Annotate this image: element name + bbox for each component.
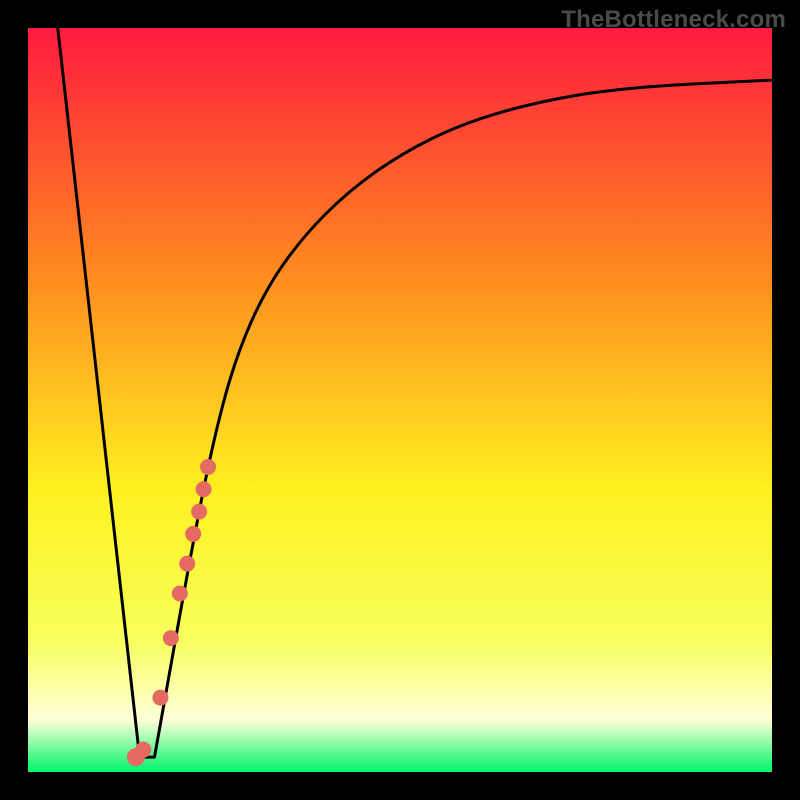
bottleneck-chart	[28, 28, 772, 772]
marker-dot	[135, 742, 151, 758]
gradient-background	[28, 28, 772, 772]
marker-dot	[191, 504, 207, 520]
watermark-text: TheBottleneck.com	[561, 6, 786, 34]
marker-dot	[172, 585, 188, 601]
marker-dot	[179, 556, 195, 572]
marker-dot	[163, 630, 179, 646]
marker-dot	[185, 526, 201, 542]
marker-dot	[200, 459, 216, 475]
marker-dot	[196, 481, 212, 497]
chart-frame: TheBottleneck.com	[0, 0, 800, 800]
marker-dot	[152, 690, 168, 706]
plot-area	[28, 28, 772, 772]
